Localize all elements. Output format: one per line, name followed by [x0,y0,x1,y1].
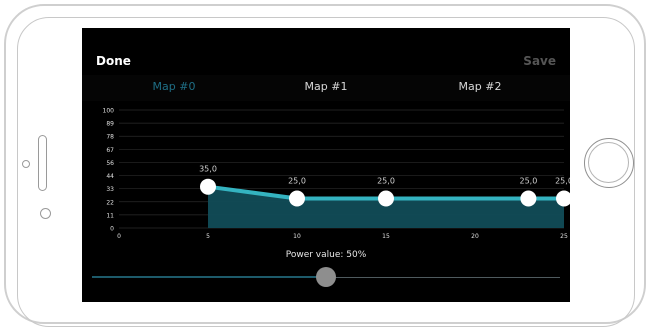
data-label: 25,0 [555,177,570,186]
y-tick-label: 44 [106,173,114,180]
tab-map-1[interactable]: Map #1 [305,80,348,93]
data-label: 25,0 [519,177,537,186]
data-label: 35,0 [199,165,217,174]
power-slider-fill [92,276,326,278]
data-point-handle[interactable] [289,190,305,207]
done-button[interactable]: Done [96,54,131,68]
y-tick-label: 89 [106,121,114,128]
power-value-label: Power value: 50% [285,250,367,260]
app-screen: Done Save Map #0 Map #1 Map #2 100 89 78 67… [82,28,570,302]
x-tick-label: 5 [206,233,210,240]
power-slider-thumb[interactable] [316,267,336,287]
y-tick-label: 0 [110,226,114,233]
save-button[interactable]: Save [523,54,556,68]
y-tick-label: 100 [103,108,115,115]
tab-map-0[interactable]: Map #0 [153,80,196,93]
y-tick-label: 11 [106,212,114,219]
data-point-handle[interactable] [200,178,216,195]
home-button[interactable] [584,138,634,188]
y-tick-label: 78 [106,134,114,141]
y-tick-label: 33 [106,186,114,193]
y-tick-label: 56 [106,160,114,167]
map-tabs: Map #0 Map #1 Map #2 [82,75,570,101]
nav-bar: Done Save [82,28,570,74]
camera-dot [40,208,51,219]
speaker-grille [38,135,47,191]
x-tick-label: 25 [560,233,568,240]
x-tick-label: 0 [117,233,121,240]
power-map-chart[interactable]: 100 89 78 67 56 44 33 22 11 00 5 10 15 20 25 35,0 25,0 25… [82,102,570,248]
data-label: 25,0 [377,177,395,186]
x-tick-label: 10 [293,233,301,240]
data-label: 25,0 [288,177,306,186]
y-tick-label: 67 [106,147,114,154]
sensor-dot [22,160,30,168]
tab-map-2[interactable]: Map #2 [459,80,502,93]
data-point-handle[interactable] [520,190,537,207]
data-point-handle[interactable] [378,190,394,207]
y-tick-label: 22 [106,199,114,206]
x-tick-label: 20 [471,233,479,240]
x-tick-label: 15 [382,233,390,240]
